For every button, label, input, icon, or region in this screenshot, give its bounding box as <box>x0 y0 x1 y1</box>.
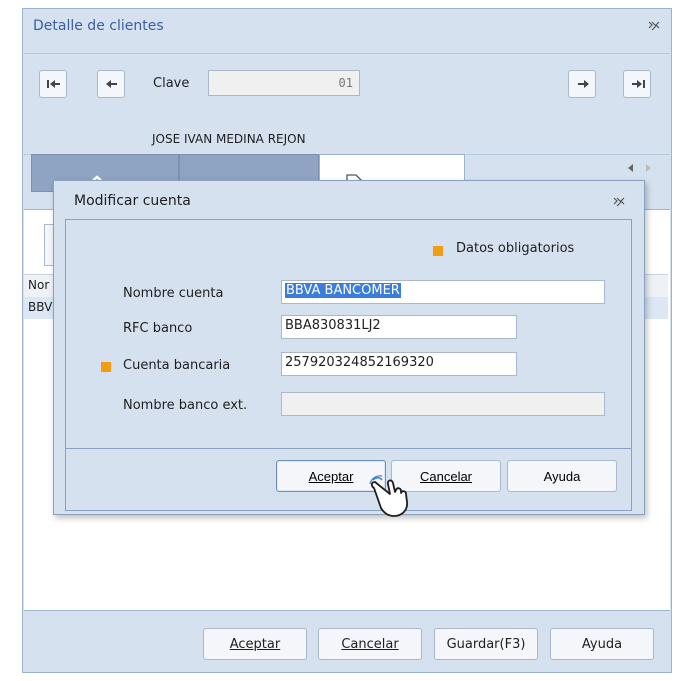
footer-accept-button[interactable]: Aceptar <box>203 628 307 660</box>
required-legend: Datos obligatorios <box>456 241 575 256</box>
navigation-area: Clave 01 JOSE IVAN MEDINA REJON <box>24 53 670 155</box>
footer-bar: Aceptar Cancelar Guardar(F3) Ayuda <box>24 614 670 671</box>
close-icon[interactable] <box>647 19 661 33</box>
rfc-label: RFC banco <box>123 321 193 336</box>
clave-label: Clave <box>153 76 190 91</box>
footer-accept-label: Aceptar <box>229 637 281 652</box>
tab-scroll-icon[interactable] <box>619 160 659 180</box>
first-icon <box>47 80 60 88</box>
arrow-left-icon <box>106 80 117 88</box>
title-bar: Detalle de clientes <box>23 9 671 43</box>
hand-pointer-icon <box>369 475 408 517</box>
dialog-cancel-label: Cancelar <box>419 469 473 484</box>
window-title: Detalle de clientes <box>33 18 164 34</box>
dialog-help-label: Ayuda <box>543 469 581 484</box>
footer-cancel-label: Cancelar <box>341 637 399 652</box>
required-marker-icon <box>101 362 111 372</box>
next-record-button[interactable] <box>568 70 596 98</box>
footer-save-label: Guardar(F3) <box>446 637 526 652</box>
rfc-input[interactable]: BBA830831LJ2 <box>281 315 517 339</box>
footer-cancel-button[interactable]: Cancelar <box>318 628 422 660</box>
grid-cell: BBV <box>28 300 53 314</box>
last-record-button[interactable] <box>623 70 651 98</box>
required-marker-icon <box>433 246 443 256</box>
footer-help-label: Ayuda <box>581 637 623 652</box>
foreign-bank-label: Nombre banco ext. <box>123 398 248 413</box>
dialog-body: Datos obligatorios Nombre cuenta BBVA BA… <box>65 219 632 511</box>
grid-header-label: Nor <box>28 278 50 292</box>
arrow-right-icon <box>578 80 589 88</box>
customer-name: JOSE IVAN MEDINA REJON <box>152 132 306 146</box>
dialog-title: Modificar cuenta <box>74 193 191 209</box>
footer-save-button[interactable]: Guardar(F3) <box>434 628 538 660</box>
account-name-value: BBVA BANCOMER <box>285 283 401 298</box>
foreign-bank-input[interactable] <box>281 392 605 416</box>
account-name-label: Nombre cuenta <box>123 286 224 301</box>
footer-help-button[interactable]: Ayuda <box>550 628 654 660</box>
bank-account-label: Cuenta bancaria <box>123 358 231 373</box>
clave-input[interactable]: 01 <box>208 70 360 96</box>
account-name-input[interactable]: BBVA BANCOMER <box>281 280 605 304</box>
first-record-button[interactable] <box>39 70 67 98</box>
dialog-separator <box>66 448 631 449</box>
previous-record-button[interactable] <box>97 70 125 98</box>
close-icon[interactable] <box>612 195 626 209</box>
bank-account-input[interactable]: 257920324852169320 <box>281 352 517 376</box>
last-icon <box>632 80 645 88</box>
dialog-accept-label: Aceptar <box>308 469 354 484</box>
dialog-help-button[interactable]: Ayuda <box>507 460 617 492</box>
modify-account-dialog: Modificar cuenta Datos obligatorios Nomb… <box>53 180 645 515</box>
